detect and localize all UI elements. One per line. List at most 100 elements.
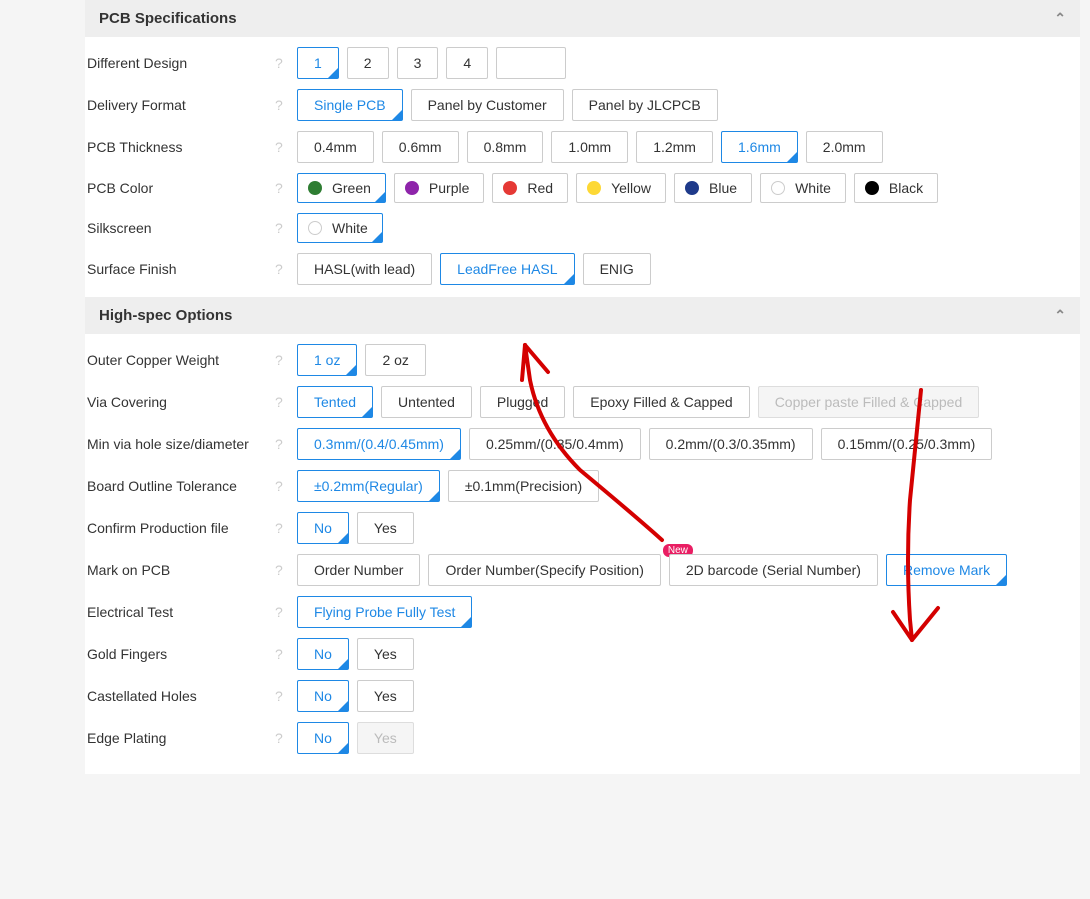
option-button[interactable]: 0.15mm/(0.25/0.3mm) xyxy=(821,428,993,460)
row-gold-fingers: Gold Fingers ? NoYes xyxy=(85,628,1080,670)
row-confirm-prod: Confirm Production file ? NoYes xyxy=(85,502,1080,544)
option-button[interactable]: 0.3mm/(0.4/0.45mm) xyxy=(297,428,461,460)
option-button[interactable]: Plugged xyxy=(480,386,565,418)
label: Silkscreen xyxy=(85,220,275,236)
option-button[interactable]: 2 xyxy=(347,47,389,79)
help-icon[interactable]: ? xyxy=(275,139,297,155)
color-option[interactable]: Black xyxy=(854,173,938,203)
option-button[interactable]: Flying Probe Fully Test xyxy=(297,596,472,628)
option-button[interactable]: Order Number(Specify Position) xyxy=(428,554,660,586)
section-title: High-spec Options xyxy=(99,307,232,324)
color-dot-icon xyxy=(587,181,601,195)
help-icon[interactable]: ? xyxy=(275,97,297,113)
help-icon[interactable]: ? xyxy=(275,520,297,536)
option-button[interactable]: Panel by JLCPCB xyxy=(572,89,718,121)
option-button[interactable]: Single PCB xyxy=(297,89,403,121)
color-option[interactable]: Red xyxy=(492,173,568,203)
color-name: Purple xyxy=(429,180,469,196)
chevron-up-icon: ⌃ xyxy=(1054,10,1066,27)
option-button[interactable]: 1.0mm xyxy=(551,131,628,163)
help-icon[interactable]: ? xyxy=(275,352,297,368)
option-custom-input[interactable] xyxy=(496,47,566,79)
option-button[interactable]: HASL(with lead) xyxy=(297,253,432,285)
help-icon[interactable]: ? xyxy=(275,220,297,236)
color-option[interactable]: Purple xyxy=(394,173,484,203)
option-button[interactable]: 4 xyxy=(446,47,488,79)
color-option[interactable]: Blue xyxy=(674,173,752,203)
help-icon[interactable]: ? xyxy=(275,436,297,452)
label: Confirm Production file xyxy=(85,520,275,536)
config-panel: PCB Specifications ⌃ Different Design ? … xyxy=(85,0,1080,774)
option-button[interactable]: ±0.1mm(Precision) xyxy=(448,470,599,502)
color-dot-icon xyxy=(865,181,879,195)
option-button[interactable]: 1.2mm xyxy=(636,131,713,163)
option-button[interactable]: No xyxy=(297,680,349,712)
help-icon[interactable]: ? xyxy=(275,55,297,71)
option-button[interactable]: ENIG xyxy=(583,253,651,285)
color-dot-icon xyxy=(503,181,517,195)
row-different-design: Different Design ? 1234 xyxy=(85,37,1080,79)
option-button[interactable]: ±0.2mm(Regular) xyxy=(297,470,440,502)
help-icon[interactable]: ? xyxy=(275,604,297,620)
color-name: Yellow xyxy=(611,180,651,196)
option-button[interactable]: 3 xyxy=(397,47,439,79)
color-name: Blue xyxy=(709,180,737,196)
option-button[interactable]: No xyxy=(297,512,349,544)
section-title: PCB Specifications xyxy=(99,10,237,27)
row-electrical-test: Electrical Test ? Flying Probe Fully Tes… xyxy=(85,586,1080,628)
option-button[interactable]: Yes xyxy=(357,680,414,712)
option-button[interactable]: Order Number xyxy=(297,554,420,586)
option-button[interactable]: 0.2mm/(0.3/0.35mm) xyxy=(649,428,813,460)
section-high-spec[interactable]: High-spec Options ⌃ xyxy=(85,297,1080,334)
row-copper: Outer Copper Weight ? 1 oz2 oz xyxy=(85,334,1080,376)
option-button[interactable]: No xyxy=(297,722,349,754)
option-button[interactable]: Yes xyxy=(357,638,414,670)
help-icon[interactable]: ? xyxy=(275,261,297,277)
help-icon[interactable]: ? xyxy=(275,688,297,704)
label: Gold Fingers xyxy=(85,646,275,662)
label: Edge Plating xyxy=(85,730,275,746)
option-button[interactable]: 1.6mm xyxy=(721,131,798,163)
row-mark-on-pcb: Mark on PCB ? Order NumberOrder Number(S… xyxy=(85,544,1080,586)
label: Delivery Format xyxy=(85,97,275,113)
help-icon[interactable]: ? xyxy=(275,646,297,662)
help-icon[interactable]: ? xyxy=(275,394,297,410)
option-button[interactable]: 2 oz xyxy=(365,344,425,376)
help-icon[interactable]: ? xyxy=(275,562,297,578)
option-button[interactable]: 0.6mm xyxy=(382,131,459,163)
help-icon[interactable]: ? xyxy=(275,180,297,196)
section-pcb-spec[interactable]: PCB Specifications ⌃ xyxy=(85,0,1080,37)
color-name: White xyxy=(795,180,831,196)
label: Mark on PCB xyxy=(85,562,275,578)
color-option[interactable]: Yellow xyxy=(576,173,666,203)
chevron-up-icon: ⌃ xyxy=(1054,307,1066,324)
label: Min via hole size/diameter xyxy=(85,436,275,452)
option-button[interactable]: Tented xyxy=(297,386,373,418)
option-button[interactable]: 1 oz xyxy=(297,344,357,376)
option-button[interactable]: 0.8mm xyxy=(467,131,544,163)
option-button[interactable]: Untented xyxy=(381,386,472,418)
help-icon[interactable]: ? xyxy=(275,730,297,746)
option-button[interactable]: Epoxy Filled & Capped xyxy=(573,386,749,418)
row-surface-finish: Surface Finish ? HASL(with lead)LeadFree… xyxy=(85,243,1080,297)
color-option[interactable]: White xyxy=(760,173,846,203)
option-button[interactable]: Yes xyxy=(357,512,414,544)
option-button[interactable]: Panel by Customer xyxy=(411,89,564,121)
help-icon[interactable]: ? xyxy=(275,478,297,494)
row-via-covering: Via Covering ? TentedUntentedPluggedEpox… xyxy=(85,376,1080,418)
label: Via Covering xyxy=(85,394,275,410)
color-option[interactable]: Green xyxy=(297,173,386,203)
option-button[interactable]: No xyxy=(297,638,349,670)
color-dot-icon xyxy=(308,181,322,195)
row-castellated: Castellated Holes ? NoYes xyxy=(85,670,1080,712)
color-name: White xyxy=(332,220,368,236)
option-button[interactable]: 1 xyxy=(297,47,339,79)
option-button[interactable]: 2D barcode (Serial Number) xyxy=(669,554,878,586)
option-button[interactable]: 2.0mm xyxy=(806,131,883,163)
option-button[interactable]: LeadFree HASL xyxy=(440,253,574,285)
option-button[interactable]: Remove Mark xyxy=(886,554,1007,586)
option-button[interactable]: 0.25mm/(0.35/0.4mm) xyxy=(469,428,641,460)
option-button[interactable]: 0.4mm xyxy=(297,131,374,163)
label: PCB Thickness xyxy=(85,139,275,155)
color-option[interactable]: White xyxy=(297,213,383,243)
